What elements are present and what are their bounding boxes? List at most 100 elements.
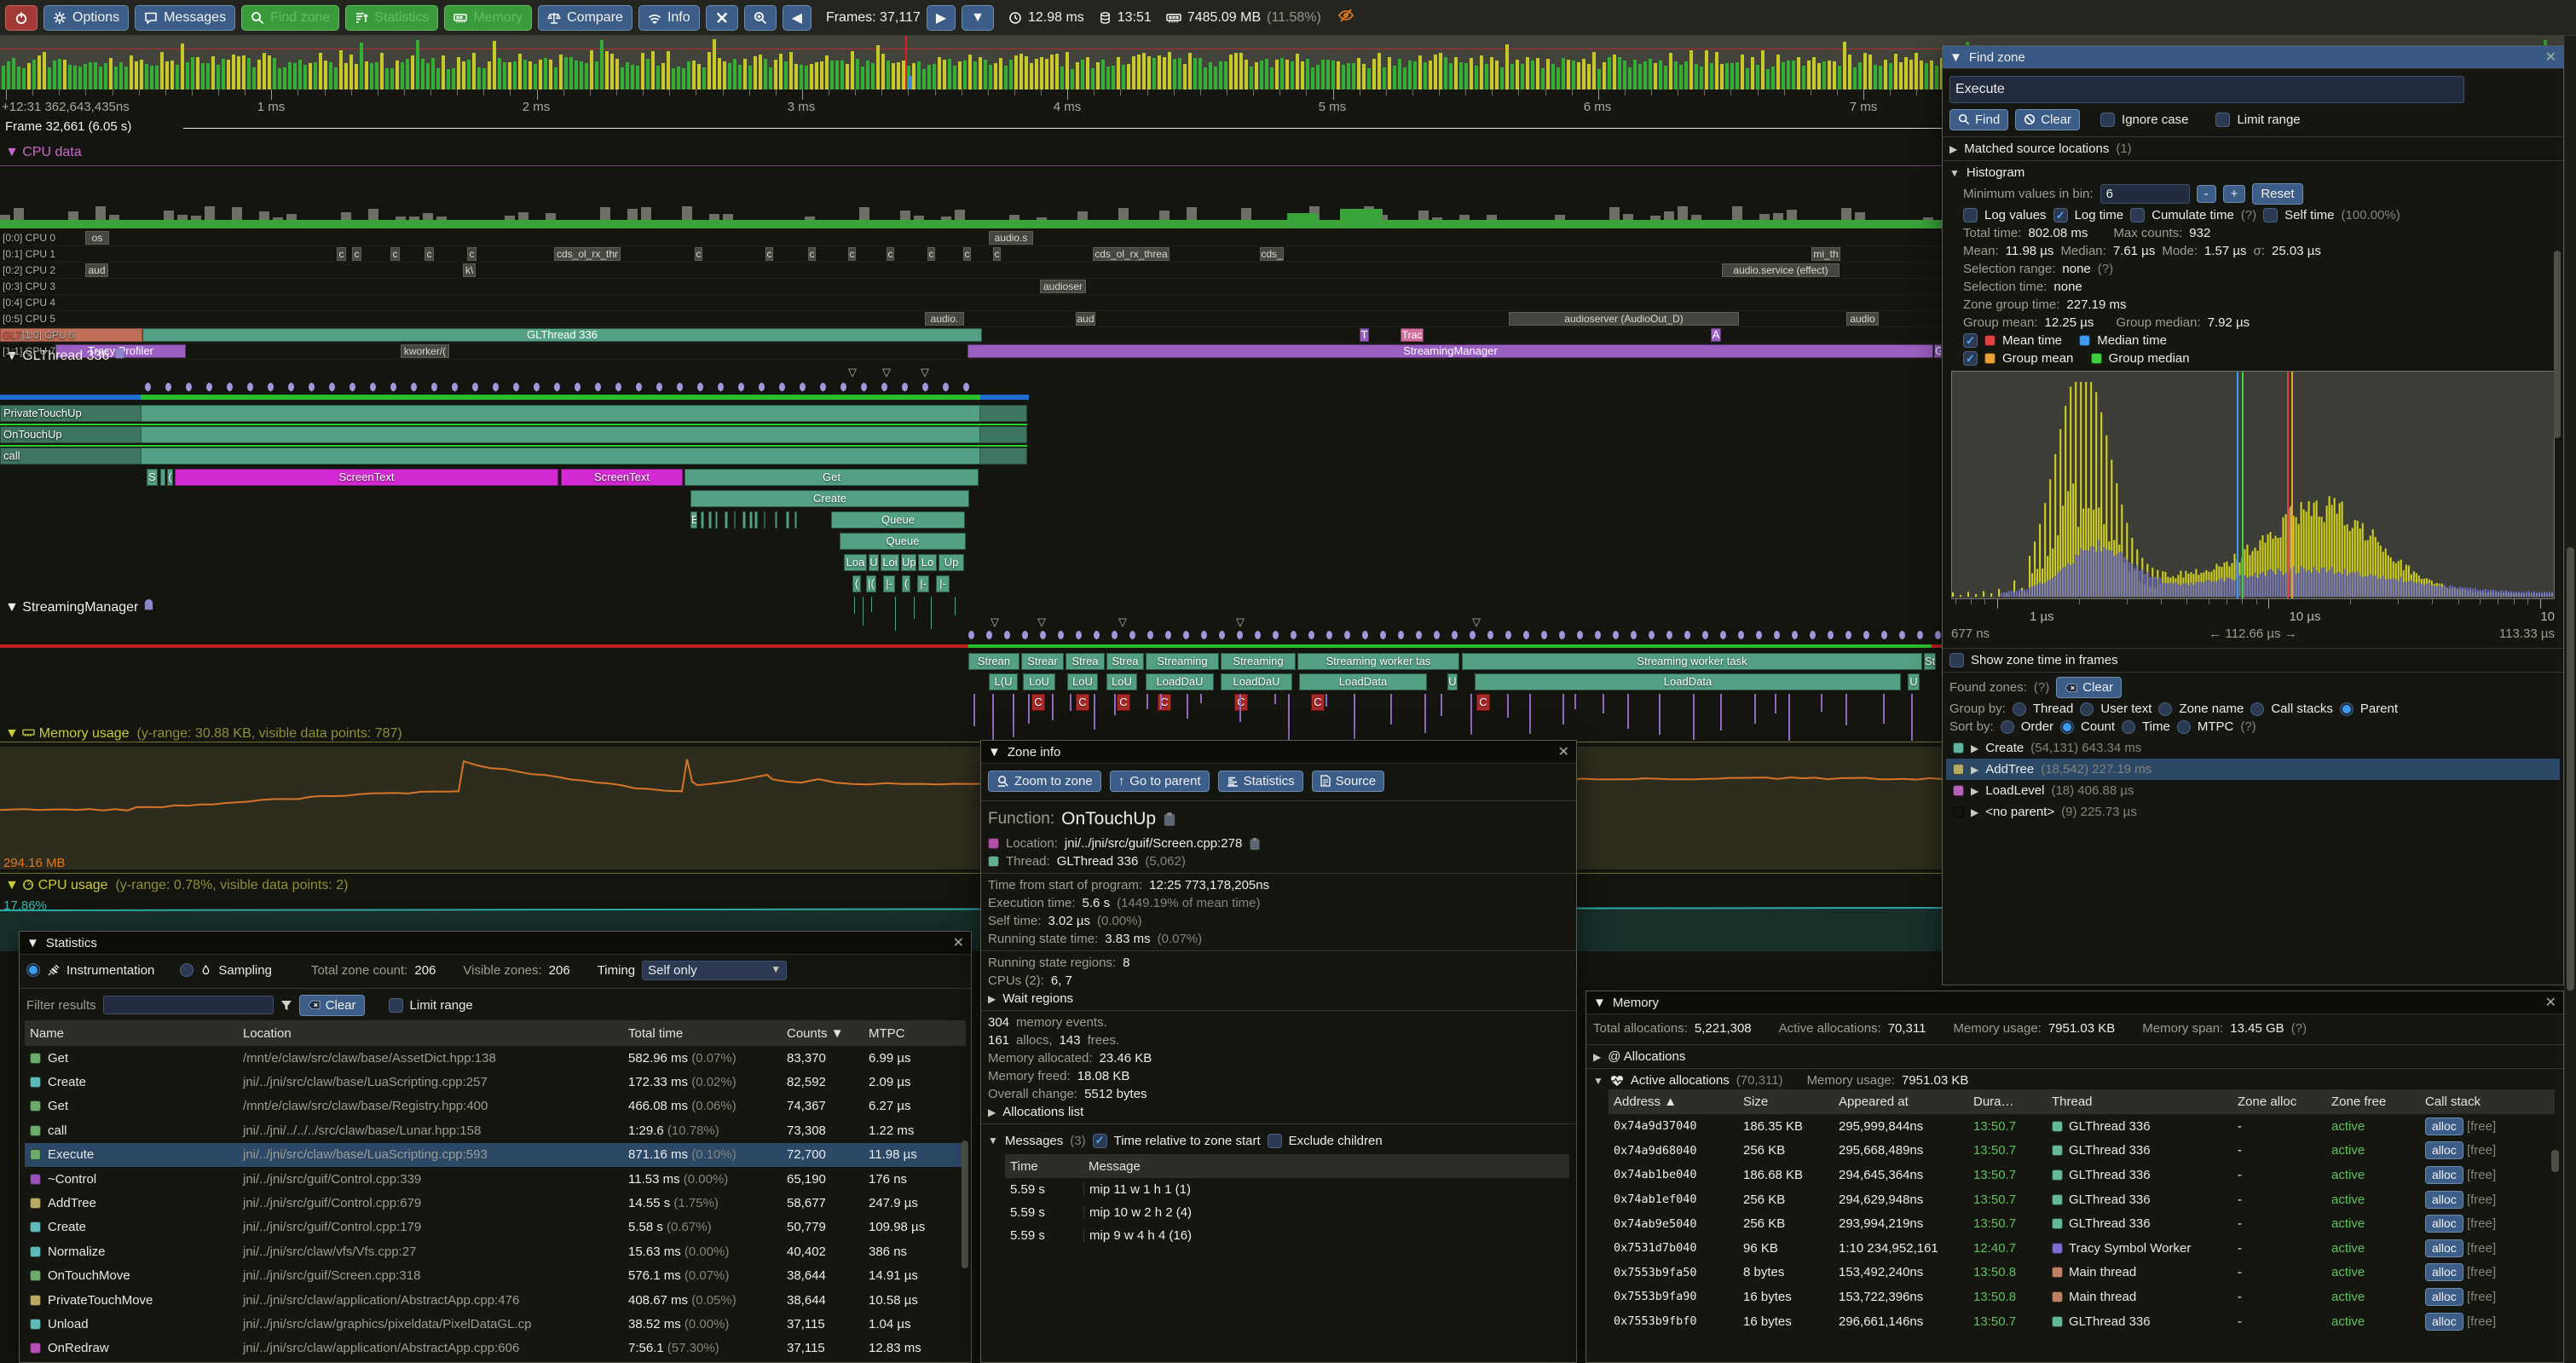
funnel-icon[interactable]: [280, 1000, 292, 1011]
frame-bar[interactable]: [119, 62, 123, 90]
frame-bar[interactable]: [462, 61, 465, 90]
frame-bar[interactable]: [38, 55, 41, 90]
zone-span[interactable]: [794, 511, 797, 528]
message-dot[interactable]: [1452, 631, 1458, 639]
frame-bar[interactable]: [1746, 68, 1749, 90]
frame-bar[interactable]: [800, 65, 803, 90]
message-dot[interactable]: [1631, 631, 1637, 639]
frame-bar[interactable]: [114, 66, 118, 90]
frame-bar[interactable]: [1301, 61, 1304, 90]
frame-bar[interactable]: [1771, 66, 1775, 90]
frame-bar[interactable]: [1147, 56, 1151, 90]
frame-bar[interactable]: [1577, 62, 1580, 90]
message-dot[interactable]: [840, 383, 846, 391]
frame-bar[interactable]: [1142, 53, 1146, 90]
frame-bar[interactable]: [288, 62, 292, 90]
statistics-scrollbar[interactable]: [962, 1141, 968, 1268]
frame-bar[interactable]: [365, 61, 368, 90]
frame-bar[interactable]: [892, 63, 895, 90]
frame-bar[interactable]: [1137, 55, 1141, 90]
group-by-radio-user-text[interactable]: [2080, 702, 2094, 716]
frame-bar[interactable]: [575, 61, 578, 90]
cpu-zone-block[interactable]: c: [848, 247, 856, 261]
frame-bar[interactable]: [713, 39, 716, 90]
frame-bar[interactable]: [1557, 67, 1560, 90]
frame-bar[interactable]: [1470, 58, 1473, 90]
zone-span[interactable]: ScreenText: [175, 469, 558, 486]
exclude-children-checkbox[interactable]: [1268, 1134, 1282, 1148]
message-dot[interactable]: [718, 383, 724, 391]
frame-bar[interactable]: [682, 68, 685, 90]
frame-bar[interactable]: [1638, 64, 1642, 90]
instrumentation-radio[interactable]: [26, 963, 40, 977]
message-dot[interactable]: [1487, 631, 1493, 639]
close-icon[interactable]: ✕: [953, 934, 964, 951]
find-zone-scrollbar[interactable]: [2554, 251, 2561, 438]
frame-bar[interactable]: [1868, 55, 1872, 90]
alloc-callstack-button[interactable]: alloc: [2425, 1313, 2463, 1331]
cpu-zone-block[interactable]: audio.: [925, 312, 964, 326]
cpu-zone-block[interactable]: cds_: [1260, 247, 1284, 261]
zone-span[interactable]: C: [1117, 694, 1130, 711]
power-button[interactable]: [5, 5, 38, 31]
frame-bar[interactable]: [687, 61, 690, 90]
frame-bar[interactable]: [636, 66, 639, 90]
frame-bar[interactable]: [191, 57, 194, 90]
frame-bar[interactable]: [170, 61, 174, 90]
frame-bar[interactable]: [1802, 66, 1805, 90]
frame-bar[interactable]: [1526, 57, 1529, 90]
cpu-zone-block[interactable]: aud: [1076, 312, 1095, 326]
frame-bar[interactable]: [206, 63, 210, 90]
frame-bar[interactable]: [401, 62, 404, 90]
frame-bar[interactable]: [1122, 65, 1125, 90]
column-header-dura[interactable]: Dura…: [1968, 1094, 2047, 1109]
found-zone-row[interactable]: ▶AddTree(18,542) 227.19 ms: [1946, 759, 2560, 780]
alloc-callstack-button[interactable]: alloc: [2425, 1118, 2463, 1135]
message-dot[interactable]: [390, 383, 396, 391]
frame-bar[interactable]: [876, 45, 880, 90]
location-value[interactable]: jni/../jni/src/guif/Screen.cpp:278: [1065, 836, 1242, 851]
frame-bar[interactable]: [1879, 66, 1882, 90]
info-button[interactable]: Info: [638, 5, 700, 31]
message-dot[interactable]: [1863, 631, 1869, 639]
frame-bar[interactable]: [1158, 55, 1161, 90]
table-row[interactable]: PrivateTouchMovejni/../jni/src/claw/appl…: [25, 1288, 966, 1312]
frame-bar[interactable]: [53, 61, 56, 90]
frame-bar[interactable]: [508, 62, 511, 90]
cpu-zone-block[interactable]: c: [390, 247, 400, 261]
next-frame-button[interactable]: ▶: [927, 5, 956, 31]
zone-span[interactable]: LoadData: [1475, 673, 1901, 690]
statistics-button[interactable]: Statistics: [345, 5, 438, 31]
frame-bar[interactable]: [1219, 61, 1222, 90]
frame-bar[interactable]: [1055, 54, 1059, 90]
frame-bar[interactable]: [1592, 52, 1596, 90]
column-header-address[interactable]: Address ▲: [1609, 1094, 1738, 1109]
found-clear-button[interactable]: Clear: [2056, 677, 2122, 698]
frame-bar[interactable]: [1326, 60, 1330, 90]
frame-bar[interactable]: [303, 65, 307, 90]
frame-bar[interactable]: [477, 67, 481, 90]
zone-span[interactable]: [775, 511, 777, 528]
frame-bar[interactable]: [718, 58, 721, 90]
frame-bar[interactable]: [355, 64, 358, 90]
column-header-location[interactable]: Location: [238, 1026, 623, 1041]
frame-bar[interactable]: [779, 54, 783, 90]
frame-bar[interactable]: [554, 67, 557, 90]
prev-frame-button[interactable]: ◀: [783, 5, 811, 31]
zone-span[interactable]: U: [1447, 673, 1458, 690]
frame-bar[interactable]: [319, 53, 322, 90]
message-dot[interactable]: [1380, 631, 1386, 639]
frame-bar[interactable]: [482, 68, 486, 90]
message-dot[interactable]: [1649, 631, 1655, 639]
self-time-checkbox[interactable]: [2263, 208, 2278, 222]
group-by-radio-call-stacks[interactable]: [2250, 702, 2264, 716]
frame-bar[interactable]: [1695, 64, 1698, 90]
frame-bar[interactable]: [1250, 66, 1253, 90]
table-row[interactable]: OnTouchMovejni/../jni/src/guif/Screen.cp…: [25, 1264, 966, 1288]
frame-bar[interactable]: [186, 62, 189, 90]
zone-span[interactable]: [141, 426, 980, 443]
frame-bar[interactable]: [1112, 66, 1115, 90]
message-dot[interactable]: [1577, 631, 1583, 639]
zone-span[interactable]: [786, 511, 789, 528]
cpu-zone-block[interactable]: c: [337, 247, 346, 261]
